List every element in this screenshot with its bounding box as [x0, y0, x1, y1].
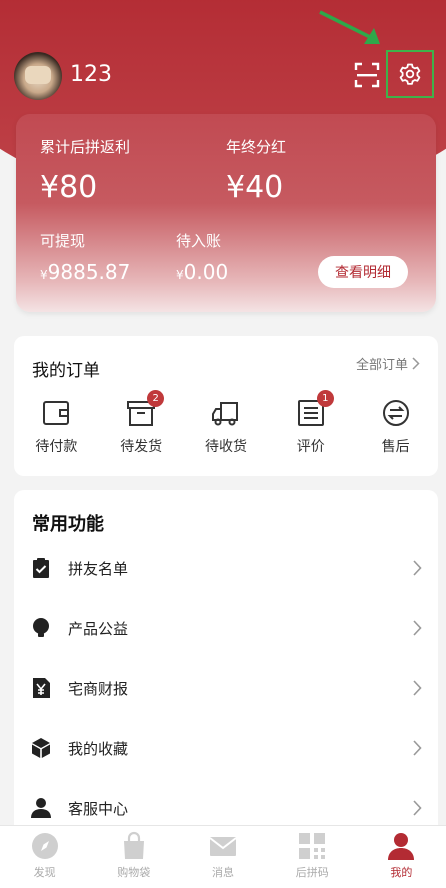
- order-status-pending-payment[interactable]: 待付款: [14, 398, 99, 456]
- order-status-label: 评价: [296, 439, 325, 455]
- tab-qr-code[interactable]: 后拼码: [268, 826, 357, 888]
- tab-label: 发现: [33, 866, 56, 879]
- chevron-right-icon: [413, 560, 422, 576]
- clipboard-check-icon: [33, 558, 49, 578]
- orders-card: 我的订单 全部订单 待付款 2 待发货 待收货 1 评价 售后: [14, 336, 438, 476]
- settings-button[interactable]: [386, 50, 434, 98]
- cumulative-rebate-value: ¥80: [40, 170, 98, 205]
- order-status-label: 待发货: [120, 439, 163, 455]
- functions-title: 常用功能: [32, 514, 104, 535]
- withdrawable-amount: ¥9885.87: [40, 260, 130, 284]
- view-details-button[interactable]: 查看明细: [318, 256, 408, 288]
- lightbulb-icon: [33, 618, 49, 637]
- wallet-icon: [43, 401, 70, 425]
- function-item-friend-list[interactable]: 拼友名单: [14, 538, 438, 598]
- order-status-pending-shipment[interactable]: 2 待发货: [99, 390, 184, 456]
- exchange-icon: [382, 400, 409, 426]
- cube-icon: [32, 738, 50, 758]
- gear-icon: [399, 63, 421, 85]
- order-status-after-sales[interactable]: 售后: [353, 398, 438, 456]
- tab-profile[interactable]: 我的: [357, 826, 446, 888]
- envelope-icon: [209, 837, 237, 856]
- pending-label: 待入账: [176, 232, 222, 250]
- yearend-dividend-label: 年终分红: [226, 138, 287, 156]
- tab-label: 我的: [390, 866, 413, 879]
- scan-icon[interactable]: [354, 62, 380, 88]
- bag-icon: [123, 831, 144, 859]
- order-status-label: 售后: [381, 439, 410, 455]
- order-count-badge: 1: [316, 390, 334, 407]
- pending-currency: ¥: [176, 268, 184, 282]
- order-status-label: 待收货: [204, 439, 247, 455]
- pending-value: 0.00: [183, 260, 229, 284]
- chevron-right-icon: [413, 800, 422, 816]
- all-orders-link[interactable]: 全部订单: [356, 354, 420, 373]
- avatar[interactable]: [14, 52, 62, 100]
- yen-document-icon: [33, 678, 50, 698]
- truck-icon: [211, 402, 238, 426]
- function-label: 拼友名单: [68, 559, 129, 578]
- withdrawable-value: 9885.87: [47, 260, 131, 284]
- cumulative-rebate-label: 累计后拼返利: [40, 138, 131, 156]
- function-label: 我的收藏: [68, 739, 129, 758]
- order-status-review[interactable]: 1 评价: [268, 390, 353, 456]
- bottom-tab-bar: 发现 购物袋 消息 后拼码 我的: [0, 825, 446, 888]
- function-label: 宅商财报: [68, 679, 129, 698]
- order-status-pending-receipt[interactable]: 待收货: [184, 398, 269, 456]
- all-orders-label: 全部订单: [355, 358, 408, 373]
- function-item-financial-report[interactable]: 宅商财报: [14, 658, 438, 718]
- pending-amount: ¥0.00: [176, 260, 228, 284]
- yearend-dividend-value: ¥40: [226, 170, 284, 205]
- withdrawable-currency: ¥: [40, 268, 48, 282]
- function-label: 客服中心: [68, 799, 129, 818]
- earnings-card: 累计后拼返利 ¥80 年终分红 ¥40 可提现 ¥9885.87 待入账 ¥0.…: [16, 114, 436, 312]
- chevron-right-icon: [412, 357, 420, 370]
- qr-code-icon: [299, 833, 326, 859]
- annotation-arrow: [319, 10, 380, 44]
- tab-shopping-bag[interactable]: 购物袋: [89, 826, 178, 888]
- tab-discover[interactable]: 发现: [0, 826, 89, 888]
- withdrawable-label: 可提现: [40, 232, 86, 250]
- compass-icon: [31, 833, 58, 859]
- chevron-right-icon: [413, 680, 422, 696]
- tab-label: 后拼码: [295, 866, 329, 879]
- order-status-label: 待付款: [35, 439, 78, 455]
- tab-label: 购物袋: [117, 866, 151, 879]
- chevron-right-icon: [413, 620, 422, 636]
- common-functions-card: 常用功能 拼友名单 产品公益 宅商财报 我的收藏 客服中心: [14, 490, 438, 835]
- function-label: 产品公益: [68, 619, 129, 638]
- tab-messages[interactable]: 消息: [178, 826, 267, 888]
- chevron-right-icon: [413, 740, 422, 756]
- order-count-badge: 2: [147, 390, 165, 407]
- orders-title: 我的订单: [32, 361, 100, 381]
- person-icon: [31, 798, 51, 818]
- username: 123: [70, 62, 112, 87]
- profile-icon: [388, 833, 415, 860]
- function-item-favorites[interactable]: 我的收藏: [14, 718, 438, 778]
- tab-label: 消息: [212, 866, 234, 879]
- function-item-charity[interactable]: 产品公益: [14, 598, 438, 658]
